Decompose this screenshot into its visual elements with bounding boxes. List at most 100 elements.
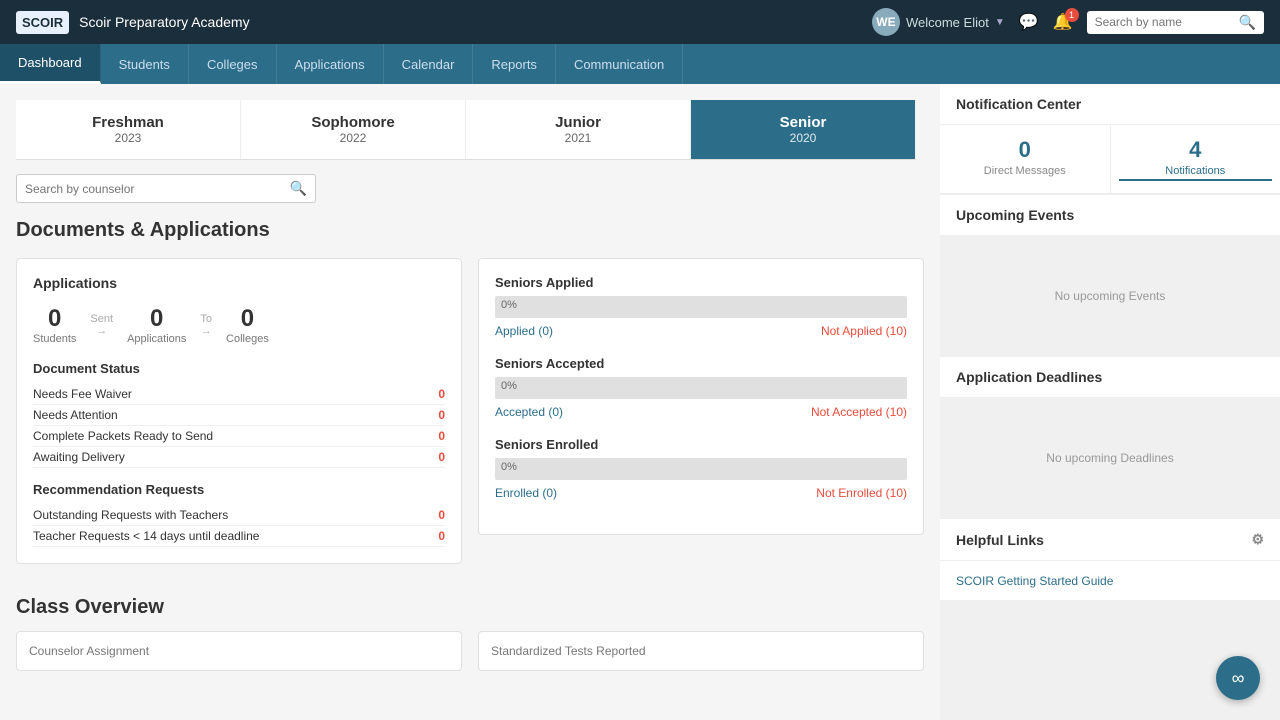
search-input[interactable] bbox=[1095, 15, 1235, 29]
colleges-count: 0 bbox=[226, 305, 269, 333]
accepted-link[interactable]: Accepted (0) bbox=[495, 405, 563, 419]
helpful-links-header: Helpful Links ⚙ bbox=[940, 519, 1280, 561]
sent-arrow: Sent → bbox=[84, 313, 119, 337]
seniors-accepted-percent: 0% bbox=[501, 380, 517, 392]
fab-button[interactable]: ∞ bbox=[1216, 656, 1260, 700]
enrolled-link[interactable]: Enrolled (0) bbox=[495, 486, 557, 500]
seniors-applied-block: Seniors Applied 0% Applied (0) Not Appli… bbox=[495, 275, 907, 338]
getting-started-link[interactable]: SCOIR Getting Started Guide bbox=[956, 574, 1113, 588]
nav-item-communication[interactable]: Communication bbox=[556, 44, 683, 84]
nav-item-applications[interactable]: Applications bbox=[277, 44, 384, 84]
applied-link[interactable]: Applied (0) bbox=[495, 324, 553, 338]
search-icon: 🔍 bbox=[290, 180, 307, 197]
seniors-applied-percent: 0% bbox=[501, 299, 517, 311]
documents-applications-heading: Documents & Applications bbox=[16, 219, 924, 242]
counselor-assignment: Counselor Assignment bbox=[16, 631, 462, 671]
tab-sophomore-name: Sophomore bbox=[311, 114, 394, 131]
tab-freshman[interactable]: Freshman 2023 bbox=[16, 100, 241, 159]
doc-count: 0 bbox=[438, 387, 445, 401]
not-enrolled-link[interactable]: Not Enrolled (10) bbox=[816, 486, 907, 500]
seniors-enrolled-links: Enrolled (0) Not Enrolled (10) bbox=[495, 486, 907, 500]
notifications-count: 4 bbox=[1119, 137, 1273, 163]
not-accepted-link[interactable]: Not Accepted (10) bbox=[811, 405, 907, 419]
tab-junior[interactable]: Junior 2021 bbox=[466, 100, 691, 159]
app-stats-row: 0 Students Sent → 0 Applications To bbox=[33, 305, 445, 345]
user-menu[interactable]: WE Welcome Eliot ▼ bbox=[872, 8, 1005, 36]
seniors-enrolled-bar: 0% bbox=[495, 458, 907, 480]
doc-label: Complete Packets Ready to Send bbox=[33, 429, 213, 443]
logo-area: SCOIR Scoir Preparatory Academy bbox=[16, 11, 250, 34]
doc-row-complete-packets: Complete Packets Ready to Send 0 bbox=[33, 426, 445, 447]
notifications-label: Notifications bbox=[1119, 165, 1273, 181]
tab-junior-year: 2021 bbox=[565, 131, 592, 145]
tab-senior[interactable]: Senior 2020 bbox=[691, 100, 916, 159]
seniors-applied-bar: 0% bbox=[495, 296, 907, 318]
rec-count: 0 bbox=[438, 508, 445, 522]
upcoming-events-empty: No upcoming Events bbox=[1055, 289, 1166, 303]
application-deadlines-body: No upcoming Deadlines bbox=[940, 398, 1280, 518]
global-search[interactable]: 🔍 bbox=[1087, 11, 1264, 34]
notifications-stat[interactable]: 4 Notifications bbox=[1111, 125, 1280, 193]
counselor-search-box[interactable]: 🔍 bbox=[16, 174, 316, 203]
applications-count: 0 bbox=[127, 305, 186, 333]
upcoming-events-section: Upcoming Events No upcoming Events bbox=[940, 195, 1280, 356]
nav-item-students[interactable]: Students bbox=[101, 44, 189, 84]
seniors-accepted-block: Seniors Accepted 0% Accepted (0) Not Acc… bbox=[495, 356, 907, 419]
logo: SCOIR bbox=[16, 11, 69, 34]
colleges-label: Colleges bbox=[226, 333, 269, 345]
left-panel: Freshman 2023 Sophomore 2022 Junior 2021… bbox=[0, 84, 940, 720]
direct-messages-label: Direct Messages bbox=[948, 165, 1102, 177]
doc-count: 0 bbox=[438, 408, 445, 422]
rec-label: Teacher Requests < 14 days until deadlin… bbox=[33, 529, 259, 543]
students-count: 0 bbox=[33, 305, 76, 333]
grade-tabs: Freshman 2023 Sophomore 2022 Junior 2021… bbox=[16, 100, 916, 160]
seniors-accepted-bar: 0% bbox=[495, 377, 907, 399]
doc-label: Needs Attention bbox=[33, 408, 118, 422]
infinity-icon: ∞ bbox=[1232, 668, 1245, 689]
counselor-search-input[interactable] bbox=[25, 182, 290, 196]
direct-messages-stat[interactable]: 0 Direct Messages bbox=[940, 125, 1111, 193]
notification-bell[interactable]: 🔔 1 bbox=[1053, 12, 1073, 32]
rec-row-outstanding: Outstanding Requests with Teachers 0 bbox=[33, 505, 445, 526]
chat-icon[interactable]: 💬 bbox=[1019, 12, 1039, 32]
tab-freshman-year: 2023 bbox=[115, 131, 142, 145]
doc-status-title: Document Status bbox=[33, 361, 445, 376]
upcoming-events-body: No upcoming Events bbox=[940, 236, 1280, 356]
right-panel: Notification Center 0 Direct Messages 4 … bbox=[940, 84, 1280, 720]
nav-item-colleges[interactable]: Colleges bbox=[189, 44, 277, 84]
doc-row-fee-waiver: Needs Fee Waiver 0 bbox=[33, 384, 445, 405]
upcoming-events-header: Upcoming Events bbox=[940, 195, 1280, 236]
doc-row-needs-attention: Needs Attention 0 bbox=[33, 405, 445, 426]
seniors-enrolled-block: Seniors Enrolled 0% Enrolled (0) Not Enr… bbox=[495, 437, 907, 500]
to-arrow: To → bbox=[194, 313, 218, 337]
tab-junior-name: Junior bbox=[555, 114, 601, 131]
content-columns: Applications 0 Students Sent → 0 bbox=[16, 258, 924, 580]
left-column: Applications 0 Students Sent → 0 bbox=[16, 258, 462, 580]
application-deadlines-empty: No upcoming Deadlines bbox=[1046, 451, 1173, 465]
gear-icon[interactable]: ⚙ bbox=[1251, 531, 1264, 548]
doc-count: 0 bbox=[438, 429, 445, 443]
seniors-accepted-title: Seniors Accepted bbox=[495, 356, 907, 371]
rec-count: 0 bbox=[438, 529, 445, 543]
topbar-right: WE Welcome Eliot ▼ 💬 🔔 1 🔍 bbox=[872, 8, 1264, 36]
main-layout: Freshman 2023 Sophomore 2022 Junior 2021… bbox=[0, 84, 1280, 720]
standardized-tests: Standardized Tests Reported bbox=[478, 631, 924, 671]
applications-title: Applications bbox=[33, 275, 445, 291]
notification-center: Notification Center 0 Direct Messages 4 … bbox=[940, 84, 1280, 194]
avatar: WE bbox=[872, 8, 900, 36]
nav-item-dashboard[interactable]: Dashboard bbox=[0, 44, 101, 84]
not-applied-link[interactable]: Not Applied (10) bbox=[821, 324, 907, 338]
rec-row-deadline: Teacher Requests < 14 days until deadlin… bbox=[33, 526, 445, 547]
main-nav: Dashboard Students Colleges Applications… bbox=[0, 44, 1280, 84]
nav-item-reports[interactable]: Reports bbox=[473, 44, 556, 84]
nav-item-calendar[interactable]: Calendar bbox=[384, 44, 474, 84]
application-deadlines-section: Application Deadlines No upcoming Deadli… bbox=[940, 357, 1280, 518]
notification-stats: 0 Direct Messages 4 Notifications bbox=[940, 125, 1280, 193]
seniors-accepted-links: Accepted (0) Not Accepted (10) bbox=[495, 405, 907, 419]
students-stat: 0 Students bbox=[33, 305, 76, 345]
tab-senior-year: 2020 bbox=[790, 131, 817, 145]
seniors-applied-title: Seniors Applied bbox=[495, 275, 907, 290]
tab-sophomore[interactable]: Sophomore 2022 bbox=[241, 100, 466, 159]
right-column: Seniors Applied 0% Applied (0) Not Appli… bbox=[478, 258, 924, 580]
helpful-links-section: Helpful Links ⚙ SCOIR Getting Started Gu… bbox=[940, 519, 1280, 600]
